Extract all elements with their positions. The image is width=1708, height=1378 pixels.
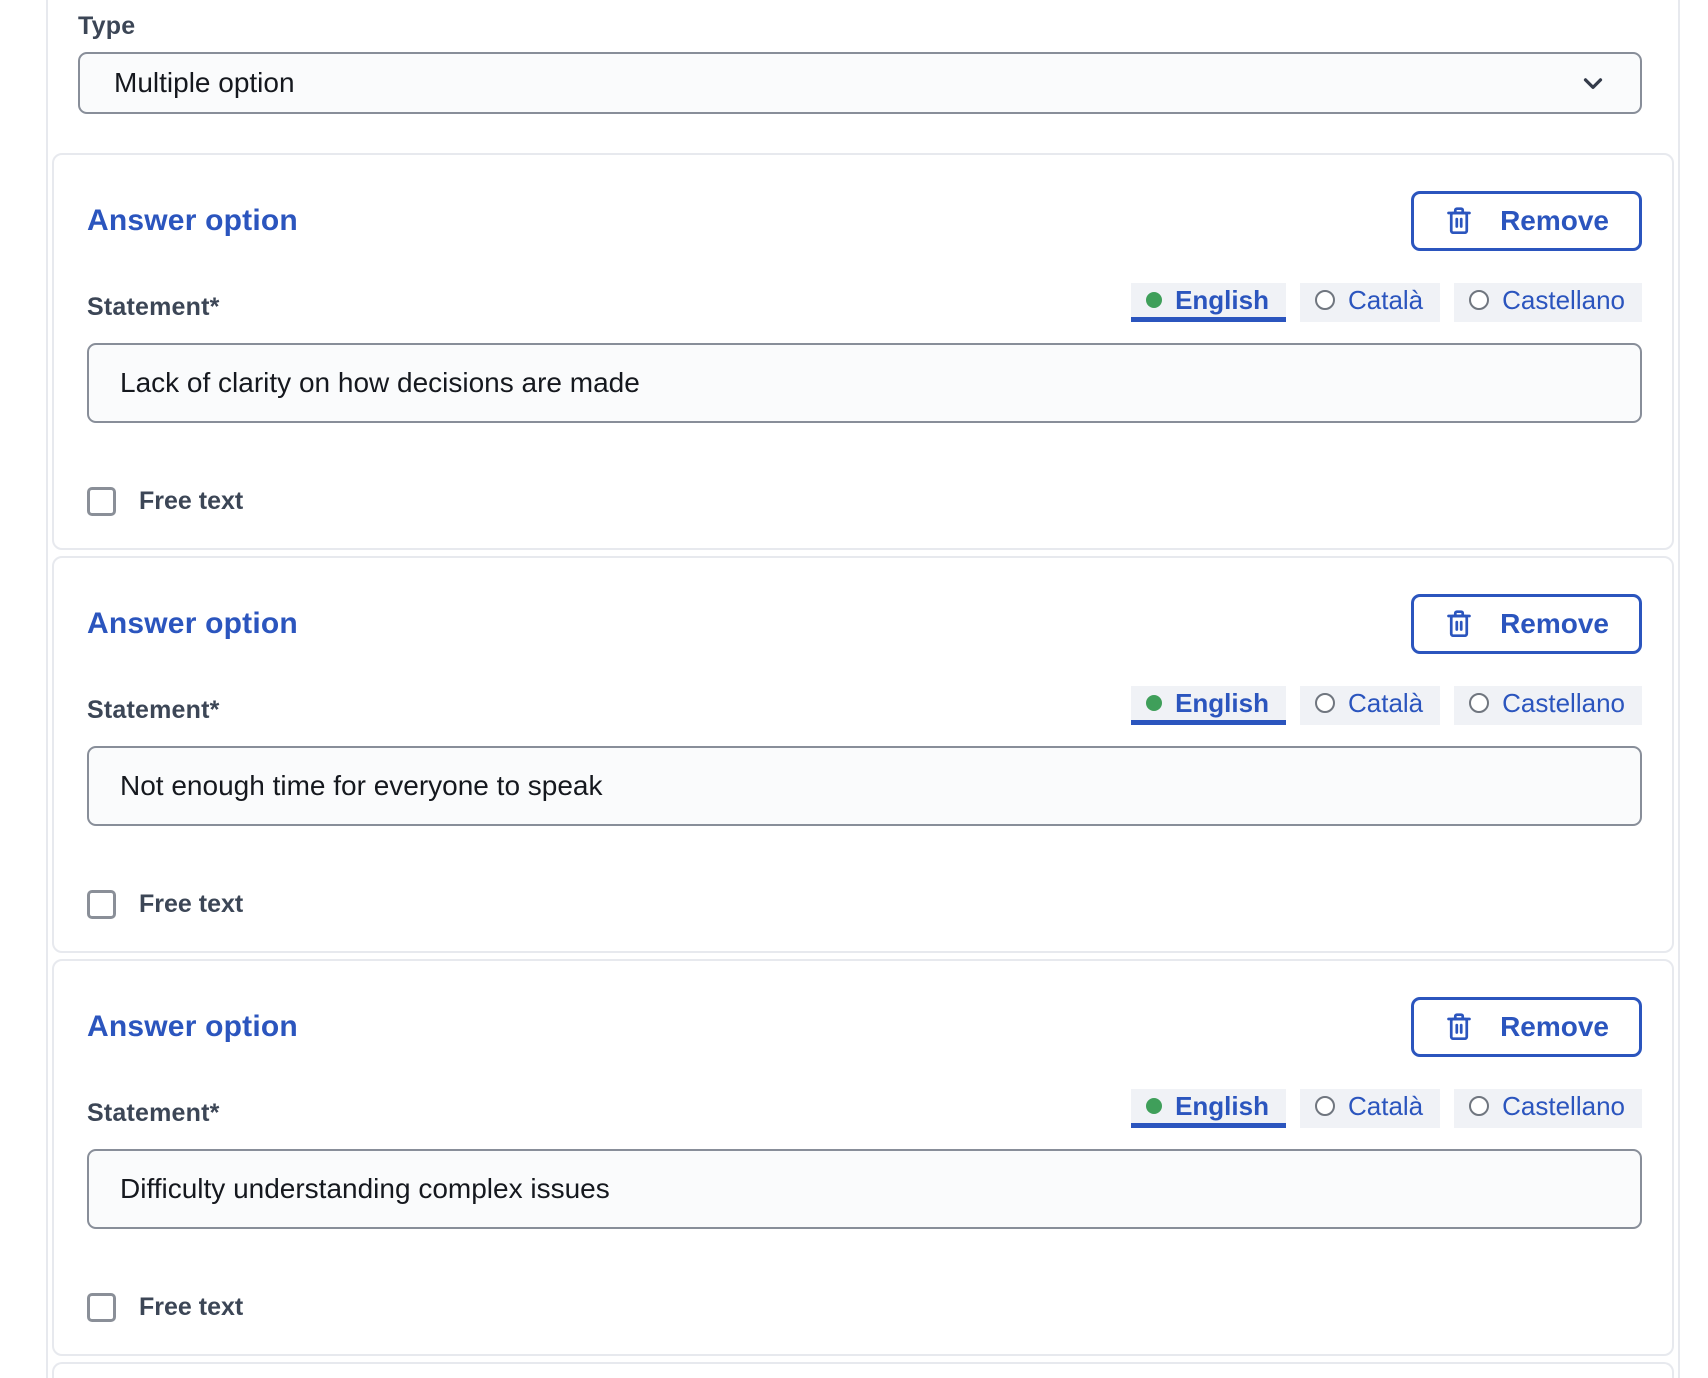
lang-tab-castellano[interactable]: Castellano bbox=[1454, 1089, 1642, 1128]
lang-tab-label: Castellano bbox=[1502, 688, 1625, 719]
lang-tab-english[interactable]: English bbox=[1131, 686, 1286, 725]
lang-tab-castellano[interactable]: Castellano bbox=[1454, 686, 1642, 725]
trash-icon bbox=[1444, 1011, 1474, 1043]
lang-tab-english[interactable]: English bbox=[1131, 1089, 1286, 1128]
translation-empty-radio-icon bbox=[1315, 693, 1335, 713]
free-text-row: Free text bbox=[87, 487, 1642, 516]
lang-tab-catala[interactable]: Català bbox=[1300, 686, 1440, 725]
question-editor-page: Type Multiple option Answer option Remov… bbox=[0, 0, 1708, 1378]
type-section: Type Multiple option bbox=[52, 0, 1674, 114]
free-text-checkbox[interactable] bbox=[87, 1293, 116, 1322]
statement-row: Statement* English Català Castellano bbox=[87, 686, 1642, 725]
free-text-row: Free text bbox=[87, 1293, 1642, 1322]
free-text-checkbox[interactable] bbox=[87, 487, 116, 516]
statement-label: Statement* bbox=[87, 293, 220, 322]
answer-option-heading: Answer option bbox=[87, 204, 298, 238]
lang-tab-label: English bbox=[1175, 688, 1269, 719]
statement-label: Statement* bbox=[87, 1099, 220, 1128]
statement-input[interactable] bbox=[87, 746, 1642, 826]
lang-tab-castellano[interactable]: Castellano bbox=[1454, 283, 1642, 322]
lang-tab-english[interactable]: English bbox=[1131, 283, 1286, 322]
remove-button-label: Remove bbox=[1500, 608, 1609, 640]
statement-row: Statement* English Català Castellano bbox=[87, 1089, 1642, 1128]
language-tabs: English Català Castellano bbox=[1131, 686, 1642, 725]
free-text-checkbox[interactable] bbox=[87, 890, 116, 919]
language-tabs: English Català Castellano bbox=[1131, 283, 1642, 322]
language-tabs: English Català Castellano bbox=[1131, 1089, 1642, 1128]
lang-tab-label: English bbox=[1175, 285, 1269, 316]
remove-button-label: Remove bbox=[1500, 1011, 1609, 1043]
translation-empty-radio-icon bbox=[1315, 290, 1335, 310]
answer-option-heading: Answer option bbox=[87, 1010, 298, 1044]
lang-tab-label: English bbox=[1175, 1091, 1269, 1122]
answer-option-card-partial bbox=[52, 1362, 1674, 1378]
free-text-label: Free text bbox=[139, 1293, 243, 1322]
statement-label: Statement* bbox=[87, 696, 220, 725]
lang-tab-catala[interactable]: Català bbox=[1300, 283, 1440, 322]
statement-input[interactable] bbox=[87, 1149, 1642, 1229]
free-text-label: Free text bbox=[139, 890, 243, 919]
type-select[interactable]: Multiple option bbox=[78, 52, 1642, 114]
remove-button[interactable]: Remove bbox=[1411, 594, 1642, 654]
card-header-row: Answer option Remove bbox=[87, 191, 1642, 251]
statement-input[interactable] bbox=[87, 343, 1642, 423]
trash-icon bbox=[1444, 608, 1474, 640]
free-text-label: Free text bbox=[139, 487, 243, 516]
lang-tab-label: Català bbox=[1348, 688, 1423, 719]
answer-option-card: Answer option Remove Statement* English bbox=[52, 959, 1674, 1356]
answer-option-card: Answer option Remove Statement* English bbox=[52, 153, 1674, 550]
remove-button[interactable]: Remove bbox=[1411, 997, 1642, 1057]
lang-tab-label: Castellano bbox=[1502, 1091, 1625, 1122]
answer-option-card: Answer option Remove Statement* English bbox=[52, 556, 1674, 953]
card-header-row: Answer option Remove bbox=[87, 997, 1642, 1057]
answer-option-heading: Answer option bbox=[87, 607, 298, 641]
remove-button-label: Remove bbox=[1500, 205, 1609, 237]
translation-empty-radio-icon bbox=[1469, 693, 1489, 713]
translation-empty-radio-icon bbox=[1469, 290, 1489, 310]
translation-filled-dot-icon bbox=[1146, 292, 1162, 308]
chevron-down-icon bbox=[1578, 68, 1608, 98]
trash-icon bbox=[1444, 205, 1474, 237]
lang-tab-label: Castellano bbox=[1502, 285, 1625, 316]
type-label: Type bbox=[78, 12, 1642, 41]
translation-filled-dot-icon bbox=[1146, 1098, 1162, 1114]
question-editor-panel: Type Multiple option Answer option Remov… bbox=[46, 0, 1680, 1378]
lang-tab-label: Català bbox=[1348, 1091, 1423, 1122]
translation-empty-radio-icon bbox=[1315, 1096, 1335, 1116]
free-text-row: Free text bbox=[87, 890, 1642, 919]
lang-tab-catala[interactable]: Català bbox=[1300, 1089, 1440, 1128]
lang-tab-label: Català bbox=[1348, 285, 1423, 316]
remove-button[interactable]: Remove bbox=[1411, 191, 1642, 251]
statement-row: Statement* English Català Castellano bbox=[87, 283, 1642, 322]
translation-filled-dot-icon bbox=[1146, 695, 1162, 711]
type-select-value: Multiple option bbox=[114, 67, 295, 99]
translation-empty-radio-icon bbox=[1469, 1096, 1489, 1116]
card-header-row: Answer option Remove bbox=[87, 594, 1642, 654]
